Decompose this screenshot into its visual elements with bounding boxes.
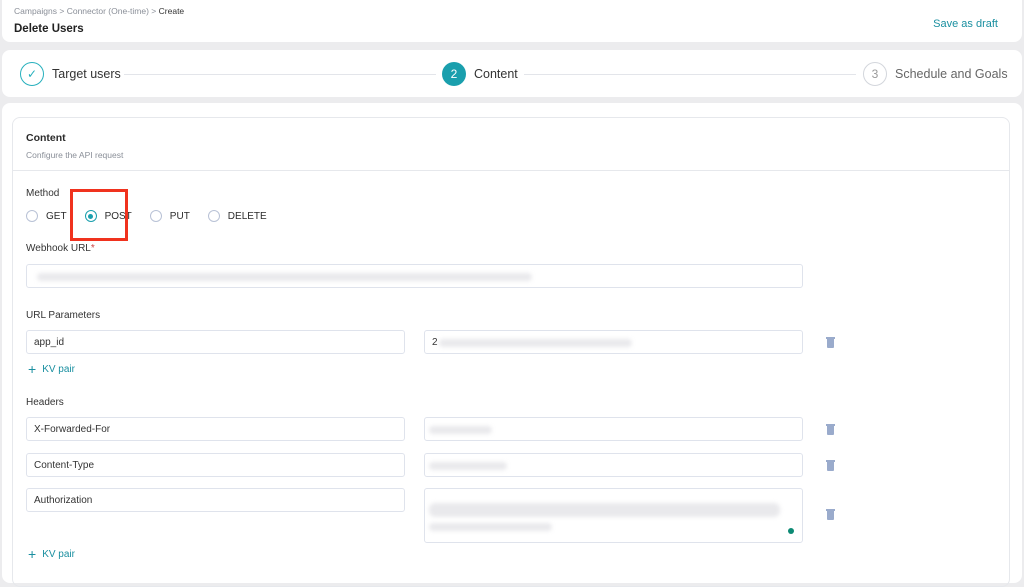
webhook-url-label: Webhook URL* bbox=[26, 243, 95, 254]
method-radio-group: GET POST PUT DELETE bbox=[26, 210, 267, 222]
step-schedule-goals[interactable]: 3 Schedule and Goals bbox=[863, 62, 1008, 86]
page-title: Delete Users bbox=[14, 23, 84, 35]
header-key-input[interactable]: Authorization bbox=[26, 488, 405, 512]
section-subtitle: Configure the API request bbox=[26, 150, 123, 160]
plus-icon: + bbox=[28, 361, 36, 377]
add-url-kv-pair-button[interactable]: + KV pair bbox=[28, 361, 75, 377]
radio-circle bbox=[150, 210, 162, 222]
divider bbox=[13, 170, 1009, 171]
delete-header-icon[interactable] bbox=[826, 424, 835, 435]
redacted-value bbox=[429, 462, 507, 470]
delete-header-icon[interactable] bbox=[826, 509, 835, 520]
breadcrumb-create: Create bbox=[159, 6, 185, 16]
radio-label: PUT bbox=[170, 211, 190, 222]
step-number: 3 bbox=[863, 62, 887, 86]
check-icon: ✓ bbox=[20, 62, 44, 86]
step-content[interactable]: 2 Content bbox=[442, 62, 518, 86]
redacted-value bbox=[439, 339, 632, 347]
header-value-input[interactable] bbox=[424, 417, 803, 441]
radio-circle bbox=[208, 210, 220, 222]
content-card: Content Configure the API request Method… bbox=[12, 117, 1010, 587]
webhook-url-input[interactable] bbox=[26, 264, 803, 288]
label-text: Webhook URL bbox=[26, 243, 91, 254]
required-mark: * bbox=[91, 243, 95, 254]
header-value-input[interactable] bbox=[424, 453, 803, 477]
breadcrumb-campaigns[interactable]: Campaigns bbox=[14, 6, 57, 16]
redacted-value bbox=[429, 426, 492, 434]
delete-header-icon[interactable] bbox=[826, 460, 835, 471]
step-target-users[interactable]: ✓ Target users bbox=[20, 62, 121, 86]
header-value-textarea[interactable] bbox=[424, 488, 803, 543]
page-header: Campaigns > Connector (One-time) > Creat… bbox=[2, 0, 1022, 42]
method-put-radio[interactable]: PUT bbox=[150, 210, 190, 222]
value-text: 2 bbox=[432, 337, 438, 348]
headers-label: Headers bbox=[26, 397, 64, 408]
button-label: KV pair bbox=[42, 549, 75, 560]
redacted-value bbox=[429, 503, 780, 517]
method-get-radio[interactable]: GET bbox=[26, 210, 67, 222]
step-label: Target users bbox=[52, 67, 121, 81]
radio-circle bbox=[26, 210, 38, 222]
breadcrumb-sep: > bbox=[59, 6, 64, 16]
button-label: KV pair bbox=[42, 364, 75, 375]
plus-icon: + bbox=[28, 546, 36, 562]
url-param-key-input[interactable]: app_id bbox=[26, 330, 405, 354]
content-panel: Content Configure the API request Method… bbox=[2, 103, 1022, 583]
url-param-value-input[interactable]: 2 bbox=[424, 330, 803, 354]
step-connector bbox=[524, 74, 856, 75]
step-label: Schedule and Goals bbox=[895, 67, 1008, 81]
section-title: Content bbox=[26, 132, 66, 144]
save-as-draft-button[interactable]: Save as draft bbox=[933, 18, 998, 30]
redacted-value bbox=[429, 523, 552, 531]
header-key-input[interactable]: Content-Type bbox=[26, 453, 405, 477]
url-parameters-label: URL Parameters bbox=[26, 310, 100, 321]
breadcrumb-sep: > bbox=[151, 6, 156, 16]
step-number: 2 bbox=[442, 62, 466, 86]
breadcrumb-connector[interactable]: Connector (One-time) bbox=[67, 6, 149, 16]
method-delete-radio[interactable]: DELETE bbox=[208, 210, 267, 222]
delete-url-param-icon[interactable] bbox=[826, 337, 835, 348]
header-key-input[interactable]: X-Forwarded-For bbox=[26, 417, 405, 441]
redacted-value bbox=[37, 273, 532, 281]
method-label: Method bbox=[26, 188, 59, 199]
stepper: ✓ Target users 2 Content 3 Schedule and … bbox=[2, 50, 1022, 97]
radio-label: GET bbox=[46, 211, 67, 222]
add-header-kv-pair-button[interactable]: + KV pair bbox=[28, 546, 75, 562]
radio-label: DELETE bbox=[228, 211, 267, 222]
status-dot bbox=[788, 528, 794, 534]
step-connector bbox=[124, 74, 436, 75]
breadcrumb: Campaigns > Connector (One-time) > Creat… bbox=[14, 6, 184, 16]
step-label: Content bbox=[474, 67, 518, 81]
highlight-box bbox=[70, 189, 128, 241]
